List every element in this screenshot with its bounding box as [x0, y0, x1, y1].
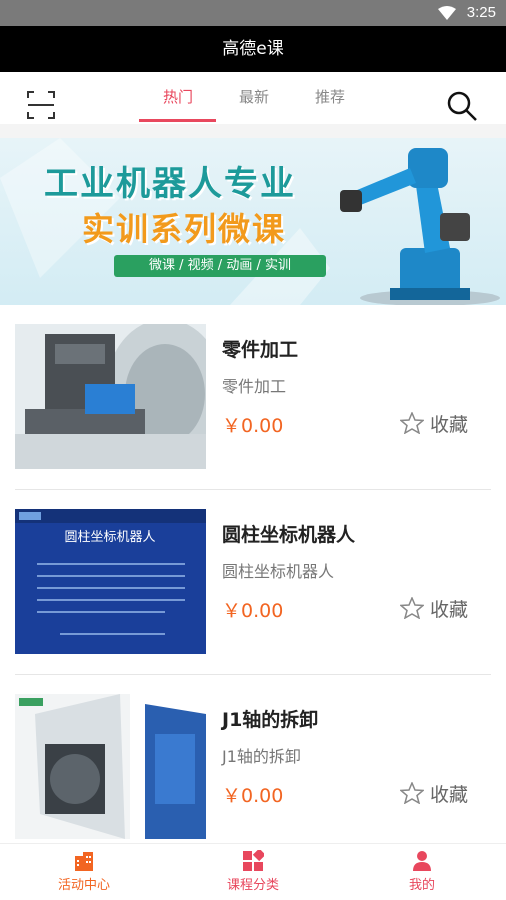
- list-item[interactable]: 零件加工 零件加工 ￥0.00 收藏: [0, 305, 506, 490]
- course-thumbnail: [15, 694, 206, 839]
- user-icon: [413, 851, 431, 871]
- course-price: ￥0.00: [222, 415, 284, 437]
- wifi-icon: [438, 6, 456, 20]
- banner-title: 工业机器人专业: [44, 164, 296, 204]
- nav-activity-center[interactable]: 活动中心: [24, 850, 144, 893]
- course-price: ￥0.00: [222, 785, 284, 807]
- favorite-label: 收藏: [430, 599, 469, 621]
- course-subtitle: 零件加工: [222, 377, 287, 396]
- status-time: 3:25: [466, 4, 496, 21]
- tab-bar: 热门 最新 推荐: [0, 72, 506, 124]
- course-title: 零件加工: [222, 339, 299, 361]
- app-title: 高德e课: [0, 26, 506, 72]
- star-icon: [400, 412, 424, 434]
- tab-latest[interactable]: 最新: [239, 86, 269, 107]
- course-subtitle: 圆柱坐标机器人: [222, 562, 335, 581]
- nav-mine[interactable]: 我的: [362, 850, 482, 893]
- nav-course-categories[interactable]: 课程分类: [193, 850, 313, 893]
- thumbnail-heading: 圆柱坐标机器人: [64, 530, 155, 545]
- list-item[interactable]: 圆柱坐标机器人 圆柱坐标机器人 圆柱坐标机器人 ￥0.00 收藏: [0, 490, 506, 675]
- status-bar: 3:25: [0, 0, 506, 26]
- star-icon: [400, 597, 424, 619]
- nav-label: 我的: [408, 878, 435, 893]
- banner-tagline: 微课 / 视频 / 动画 / 实训: [114, 255, 326, 277]
- course-price: ￥0.00: [222, 600, 284, 622]
- favorite-label: 收藏: [430, 414, 469, 436]
- nav-label: 活动中心: [57, 878, 110, 893]
- favorite-label: 收藏: [430, 784, 469, 806]
- tab-recommended[interactable]: 推荐: [315, 86, 345, 107]
- industrial-robot-image: [340, 148, 500, 305]
- star-icon: [400, 782, 424, 804]
- tab-active-indicator: [139, 119, 216, 122]
- course-thumbnail: [15, 324, 206, 469]
- course-title: J1轴的拆卸: [222, 709, 319, 731]
- promo-banner[interactable]: 工业机器人专业 实训系列微课 微课 / 视频 / 动画 / 实训: [0, 138, 506, 305]
- tab-hot[interactable]: 热门: [163, 86, 193, 107]
- banner-subtitle: 实训系列微课: [82, 210, 287, 248]
- course-thumbnail: 圆柱坐标机器人: [15, 509, 206, 654]
- separator: [0, 124, 506, 138]
- favorite-button[interactable]: 收藏: [400, 410, 468, 437]
- building-icon: [75, 852, 93, 871]
- course-title: 圆柱坐标机器人: [222, 524, 356, 546]
- search-icon[interactable]: [446, 90, 478, 122]
- nav-label: 课程分类: [226, 878, 279, 893]
- list-item[interactable]: J1轴的拆卸 J1轴的拆卸 ￥0.00 收藏: [0, 675, 506, 860]
- favorite-button[interactable]: 收藏: [400, 780, 468, 807]
- favorite-button[interactable]: 收藏: [400, 595, 468, 622]
- scan-icon[interactable]: [26, 90, 56, 120]
- categories-icon: [243, 850, 264, 871]
- course-subtitle: J1轴的拆卸: [222, 747, 301, 766]
- bottom-nav: 活动中心 课程分类 我的: [0, 843, 506, 900]
